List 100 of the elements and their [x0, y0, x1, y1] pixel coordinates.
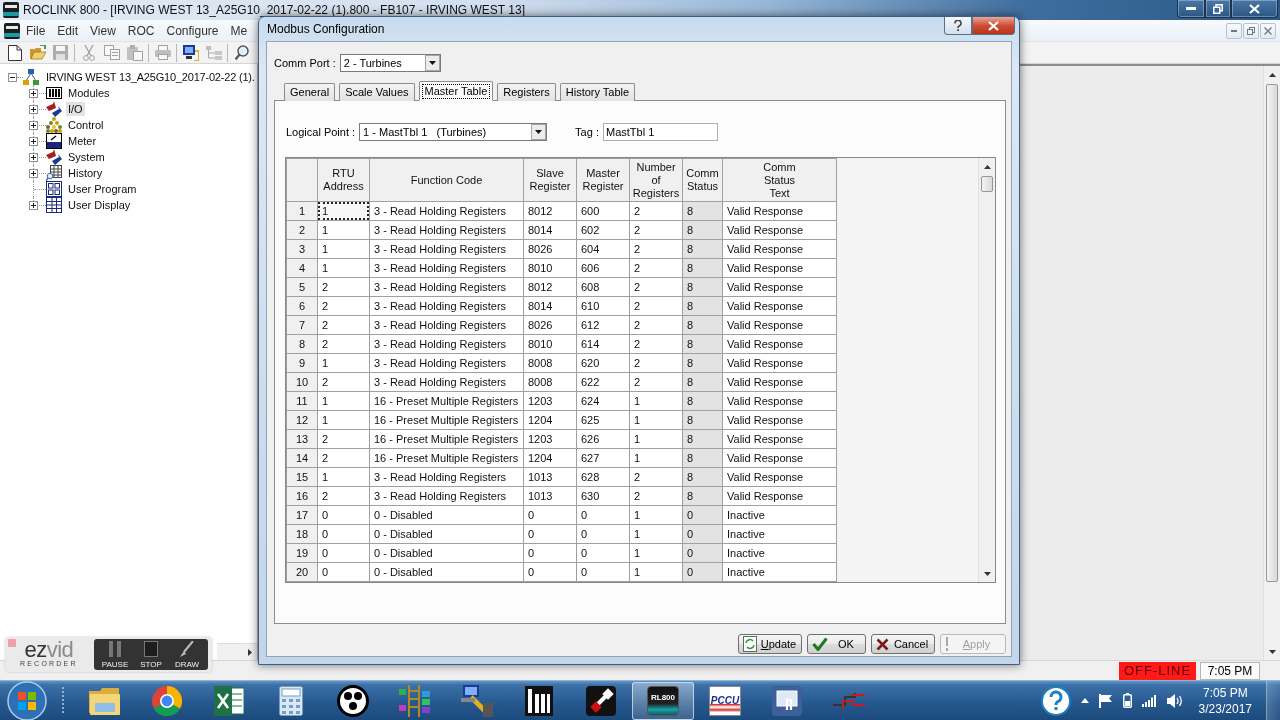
taskbar-button[interactable]: PCCU — [694, 681, 756, 720]
cancel-button[interactable]: Cancel — [871, 634, 935, 654]
close-icon — [988, 20, 999, 31]
touch-screen-icon — [772, 685, 802, 716]
scroll-thumb[interactable] — [1266, 84, 1278, 582]
tree-item[interactable]: IRVING WEST 13_A25G10_2017-02-22 (1). — [44, 70, 257, 84]
expand-icon[interactable] — [29, 104, 38, 114]
menu-item[interactable]: View — [84, 22, 122, 39]
tree-item[interactable]: Modules — [66, 86, 112, 100]
column-header[interactable]: Number of Registers — [629, 158, 683, 202]
restore-button[interactable] — [1205, 0, 1231, 18]
connector-icon — [833, 690, 865, 711]
menu-item[interactable]: Edit — [51, 22, 85, 39]
pause-icon — [109, 641, 121, 657]
expand-icon[interactable] — [29, 88, 38, 98]
comm-port-dropdown[interactable]: 2 - Turbines — [339, 54, 441, 72]
column-header[interactable]: Comm Status — [682, 158, 723, 202]
scroll-down-icon[interactable] — [1268, 649, 1276, 654]
tag-field[interactable]: MastTbl 1 — [602, 123, 718, 141]
battery-icon[interactable] — [1122, 693, 1132, 708]
menu-item[interactable]: ROC — [121, 22, 161, 39]
expand-icon[interactable] — [29, 200, 38, 210]
vertical-scrollbar[interactable] — [1263, 66, 1280, 660]
expand-icon[interactable] — [29, 120, 38, 130]
vertical-scrollbar[interactable] — [978, 158, 995, 582]
show-hidden-icon[interactable] — [1080, 698, 1089, 703]
grip-dots-icon — [62, 686, 66, 715]
scroll-up-icon[interactable] — [983, 164, 991, 169]
refresh-document-icon — [743, 636, 757, 652]
close-button[interactable] — [972, 17, 1015, 35]
arrows-icon — [46, 149, 62, 165]
connection-status: OFF-LINE — [1119, 661, 1196, 680]
tree-item[interactable]: I/O — [66, 102, 85, 116]
column-header[interactable]: Slave Register — [523, 158, 577, 202]
tree-item[interactable]: Control — [66, 118, 106, 132]
window-title: ROCLINK 800 - [IRVING WEST 13_A25G10_2017-02-22 (1).800 - FB107 - IRVING WEST 13] — [23, 3, 525, 17]
menu-item[interactable]: Configure — [160, 22, 225, 39]
column-header[interactable]: Function Code — [369, 158, 524, 202]
gauge-box-icon — [46, 133, 62, 149]
tree-item[interactable]: User Display — [66, 198, 133, 212]
column-header[interactable]: Comm Status Text — [722, 158, 837, 202]
scroll-right-icon[interactable] — [248, 648, 252, 656]
scroll-thumb[interactable] — [981, 176, 993, 192]
four-square-icon — [46, 181, 62, 197]
table-magnifier-icon — [46, 165, 62, 181]
tree-item[interactable]: Meter — [66, 134, 99, 148]
column-header[interactable]: RTU Address — [317, 158, 370, 202]
tree-item[interactable]: User Program — [66, 182, 139, 196]
help-icon — [954, 20, 962, 31]
app-icon — [3, 2, 19, 18]
logical-point-dropdown[interactable]: 1 - MastTbl 1 (Turbines) — [359, 123, 548, 141]
grid-icon — [46, 197, 62, 213]
expand-icon[interactable] — [29, 168, 38, 178]
flag-icon[interactable] — [1098, 693, 1113, 708]
horizontal-scrollbar[interactable] — [217, 643, 257, 660]
scroll-up-icon[interactable] — [1268, 72, 1276, 77]
search-icon[interactable] — [234, 45, 249, 60]
ok-button[interactable]: OK — [807, 634, 866, 654]
tag-label: Tag : — [575, 126, 599, 138]
show-desktop-button[interactable] — [1266, 680, 1280, 720]
draw-button[interactable]: DRAW — [169, 639, 205, 670]
minimize-icon — [1231, 29, 1237, 32]
logical-point-label: Logical Point : — [286, 126, 356, 138]
clock-date: 3/23/2017 — [1198, 700, 1252, 717]
tree-item[interactable]: History — [66, 166, 105, 180]
close-icon — [1249, 3, 1260, 14]
computer-icon[interactable] — [182, 44, 199, 61]
tab[interactable]: Master Table — [418, 81, 494, 101]
update-button[interactable]: Update — [738, 634, 802, 654]
help-button[interactable] — [944, 17, 972, 35]
comm-port-label: Comm Port : — [274, 57, 336, 69]
pause-button[interactable]: PAUSE — [97, 639, 133, 670]
clock-time: 7:05 PM — [1202, 684, 1248, 701]
menu-item[interactable]: Me — [224, 22, 254, 39]
tool-icon — [586, 685, 616, 716]
taskbar-button[interactable]: RL800 — [632, 681, 694, 720]
network-icon — [23, 69, 39, 85]
open-folder-icon[interactable] — [29, 45, 46, 60]
x-mark-icon — [876, 637, 889, 651]
arrows-icon — [46, 101, 62, 117]
scroll-down-icon[interactable] — [983, 571, 991, 576]
help-icon[interactable] — [1040, 685, 1071, 716]
collapse-icon[interactable] — [8, 72, 17, 82]
expand-icon[interactable] — [29, 152, 38, 162]
close-button[interactable] — [1231, 0, 1278, 18]
tab[interactable]: Scale Values — [339, 83, 415, 101]
speaker-icon[interactable] — [1166, 693, 1183, 708]
minimize-button[interactable] — [1177, 0, 1205, 18]
new-document-icon[interactable] — [7, 44, 22, 61]
tab[interactable]: History Table — [559, 83, 636, 101]
expand-icon[interactable] — [29, 136, 38, 146]
stop-button[interactable]: STOP — [133, 639, 169, 670]
computer-icon — [461, 684, 493, 717]
restore-icon — [1213, 3, 1223, 14]
menu-item[interactable]: File — [20, 22, 52, 39]
tab[interactable]: Registers — [497, 83, 556, 101]
column-header[interactable]: Master Register — [576, 158, 630, 202]
tab[interactable]: General — [284, 83, 336, 101]
signal-icon[interactable] — [1141, 694, 1157, 707]
tree-item[interactable]: System — [66, 150, 107, 164]
